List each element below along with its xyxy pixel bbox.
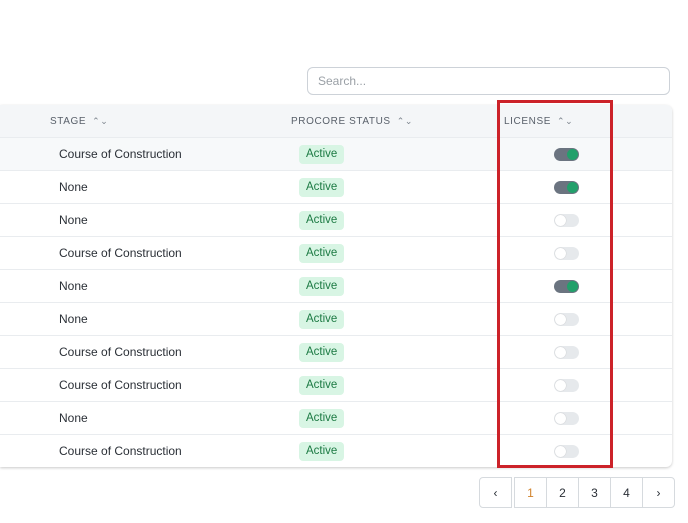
toggle-knob <box>567 281 578 292</box>
sort-icon[interactable]: ⌃⌄ <box>557 105 573 137</box>
toggle-knob <box>555 380 566 391</box>
status-badge: Active <box>299 178 345 197</box>
license-toggle[interactable] <box>554 247 579 260</box>
toggle-knob <box>555 215 566 226</box>
chevron-left-icon: ‹ <box>493 485 498 500</box>
stage-cell: Course of Construction <box>59 147 182 161</box>
license-toggle[interactable] <box>554 214 579 227</box>
stage-cell: Course of Construction <box>59 378 182 392</box>
page-button-1[interactable]: 1 <box>514 477 547 508</box>
table-row[interactable]: Course of Construction Active <box>0 434 672 467</box>
stage-cell: None <box>59 279 88 293</box>
toggle-knob <box>555 248 566 259</box>
license-toggle[interactable] <box>554 379 579 392</box>
toggle-knob <box>555 347 566 358</box>
table-row[interactable]: None Active <box>0 203 672 236</box>
column-header-procore-status[interactable]: PROCORE STATUS ⌃⌄ <box>291 105 413 137</box>
table-row[interactable]: None Active <box>0 170 672 203</box>
status-badge: Active <box>299 442 345 461</box>
license-toggle[interactable] <box>554 148 579 161</box>
status-badge: Active <box>299 244 345 263</box>
table-row[interactable]: None Active <box>0 302 672 335</box>
prev-page-button[interactable]: ‹ <box>479 477 512 508</box>
toggle-knob <box>555 314 566 325</box>
stage-cell: Course of Construction <box>59 444 182 458</box>
stage-cell: None <box>59 180 88 194</box>
table-row[interactable]: Course of Construction Active <box>0 236 672 269</box>
pagination: ‹ 1 2 3 4 › <box>479 477 675 508</box>
column-header-label: PROCORE STATUS <box>291 116 391 127</box>
column-header-stage[interactable]: STAGE ⌃⌄ <box>50 105 108 137</box>
toggle-knob <box>555 413 566 424</box>
status-badge: Active <box>299 277 345 296</box>
license-toggle[interactable] <box>554 346 579 359</box>
table-row[interactable]: None Active <box>0 401 672 434</box>
column-header-label: LICENSE <box>504 116 551 127</box>
toggle-knob <box>567 182 578 193</box>
status-badge: Active <box>299 145 345 164</box>
license-toggle[interactable] <box>554 445 579 458</box>
license-toggle[interactable] <box>554 181 579 194</box>
status-badge: Active <box>299 376 345 395</box>
page-button-4[interactable]: 4 <box>610 477 643 508</box>
page-button-2[interactable]: 2 <box>546 477 579 508</box>
table-row[interactable]: Course of Construction Active <box>0 368 672 401</box>
stage-cell: None <box>59 411 88 425</box>
toggle-knob <box>567 149 578 160</box>
next-page-button[interactable]: › <box>642 477 675 508</box>
sort-icon[interactable]: ⌃⌄ <box>397 105 413 137</box>
license-toggle[interactable] <box>554 313 579 326</box>
status-badge: Active <box>299 211 345 230</box>
table-row[interactable]: Course of Construction Active <box>0 335 672 368</box>
stage-cell: Course of Construction <box>59 345 182 359</box>
table-row[interactable]: None Active <box>0 269 672 302</box>
stage-cell: None <box>59 213 88 227</box>
toggle-knob <box>555 446 566 457</box>
stage-cell: Course of Construction <box>59 246 182 260</box>
status-badge: Active <box>299 310 345 329</box>
table-row[interactable]: Course of Construction Active <box>0 137 672 170</box>
chevron-right-icon: › <box>656 485 661 500</box>
stage-cell: None <box>59 312 88 326</box>
search-input[interactable] <box>307 67 670 95</box>
status-badge: Active <box>299 409 345 428</box>
projects-table: STAGE ⌃⌄ PROCORE STATUS ⌃⌄ LICENSE ⌃⌄ Cours… <box>0 105 672 467</box>
column-header-label: STAGE <box>50 116 87 127</box>
column-header-license[interactable]: LICENSE ⌃⌄ <box>504 105 573 137</box>
license-toggle[interactable] <box>554 280 579 293</box>
status-badge: Active <box>299 343 345 362</box>
page-button-3[interactable]: 3 <box>578 477 611 508</box>
table-header: STAGE ⌃⌄ PROCORE STATUS ⌃⌄ LICENSE ⌃⌄ <box>0 105 672 137</box>
sort-icon[interactable]: ⌃⌄ <box>92 105 108 137</box>
license-toggle[interactable] <box>554 412 579 425</box>
